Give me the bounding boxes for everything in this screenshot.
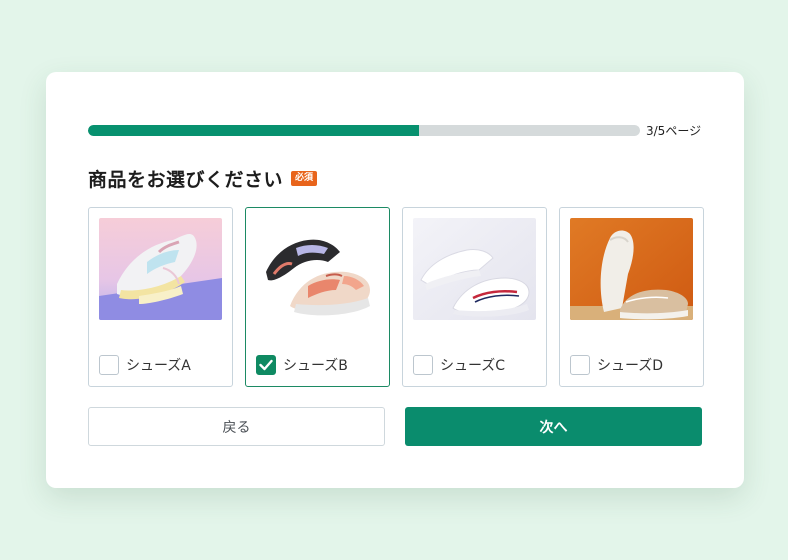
option-label-d: シューズD: [597, 358, 664, 374]
checkbox-b[interactable]: [256, 355, 276, 375]
option-list: シューズA シューズB シューズC シューズD: [88, 207, 704, 387]
option-card-b[interactable]: シューズB: [245, 207, 390, 387]
option-label-b: シューズB: [283, 358, 348, 374]
required-badge: 必須: [291, 171, 318, 186]
checkmark-icon: [259, 359, 273, 371]
shoe-c-image: [413, 218, 536, 320]
option-row-c: シューズC: [413, 355, 505, 375]
shoe-a-image: [99, 218, 222, 320]
checkbox-c[interactable]: [413, 355, 433, 375]
shoe-d-image: [570, 218, 693, 320]
option-card-d[interactable]: シューズD: [559, 207, 704, 387]
shoe-b-image: [256, 218, 379, 320]
option-card-a[interactable]: シューズA: [88, 207, 233, 387]
option-card-c[interactable]: シューズC: [402, 207, 547, 387]
next-button[interactable]: 次へ: [405, 407, 702, 446]
progress-label: 3/5ページ: [646, 124, 702, 138]
question-header: 商品をお選びください 必須: [88, 165, 318, 192]
option-label-a: シューズA: [126, 358, 191, 374]
option-row-b: シューズB: [256, 355, 348, 375]
checkbox-a[interactable]: [99, 355, 119, 375]
option-row-d: シューズD: [570, 355, 663, 375]
option-row-a: シューズA: [99, 355, 191, 375]
checkbox-d[interactable]: [570, 355, 590, 375]
option-label-c: シューズC: [440, 358, 506, 374]
question-title: 商品をお選びください: [88, 169, 284, 191]
progress-fill: [88, 125, 420, 136]
progress-bar: [88, 125, 640, 136]
back-button[interactable]: 戻る: [88, 407, 385, 446]
survey-card: 3/5ページ 商品をお選びください 必須 シューズA シューズB シューズC シ…: [46, 72, 744, 488]
